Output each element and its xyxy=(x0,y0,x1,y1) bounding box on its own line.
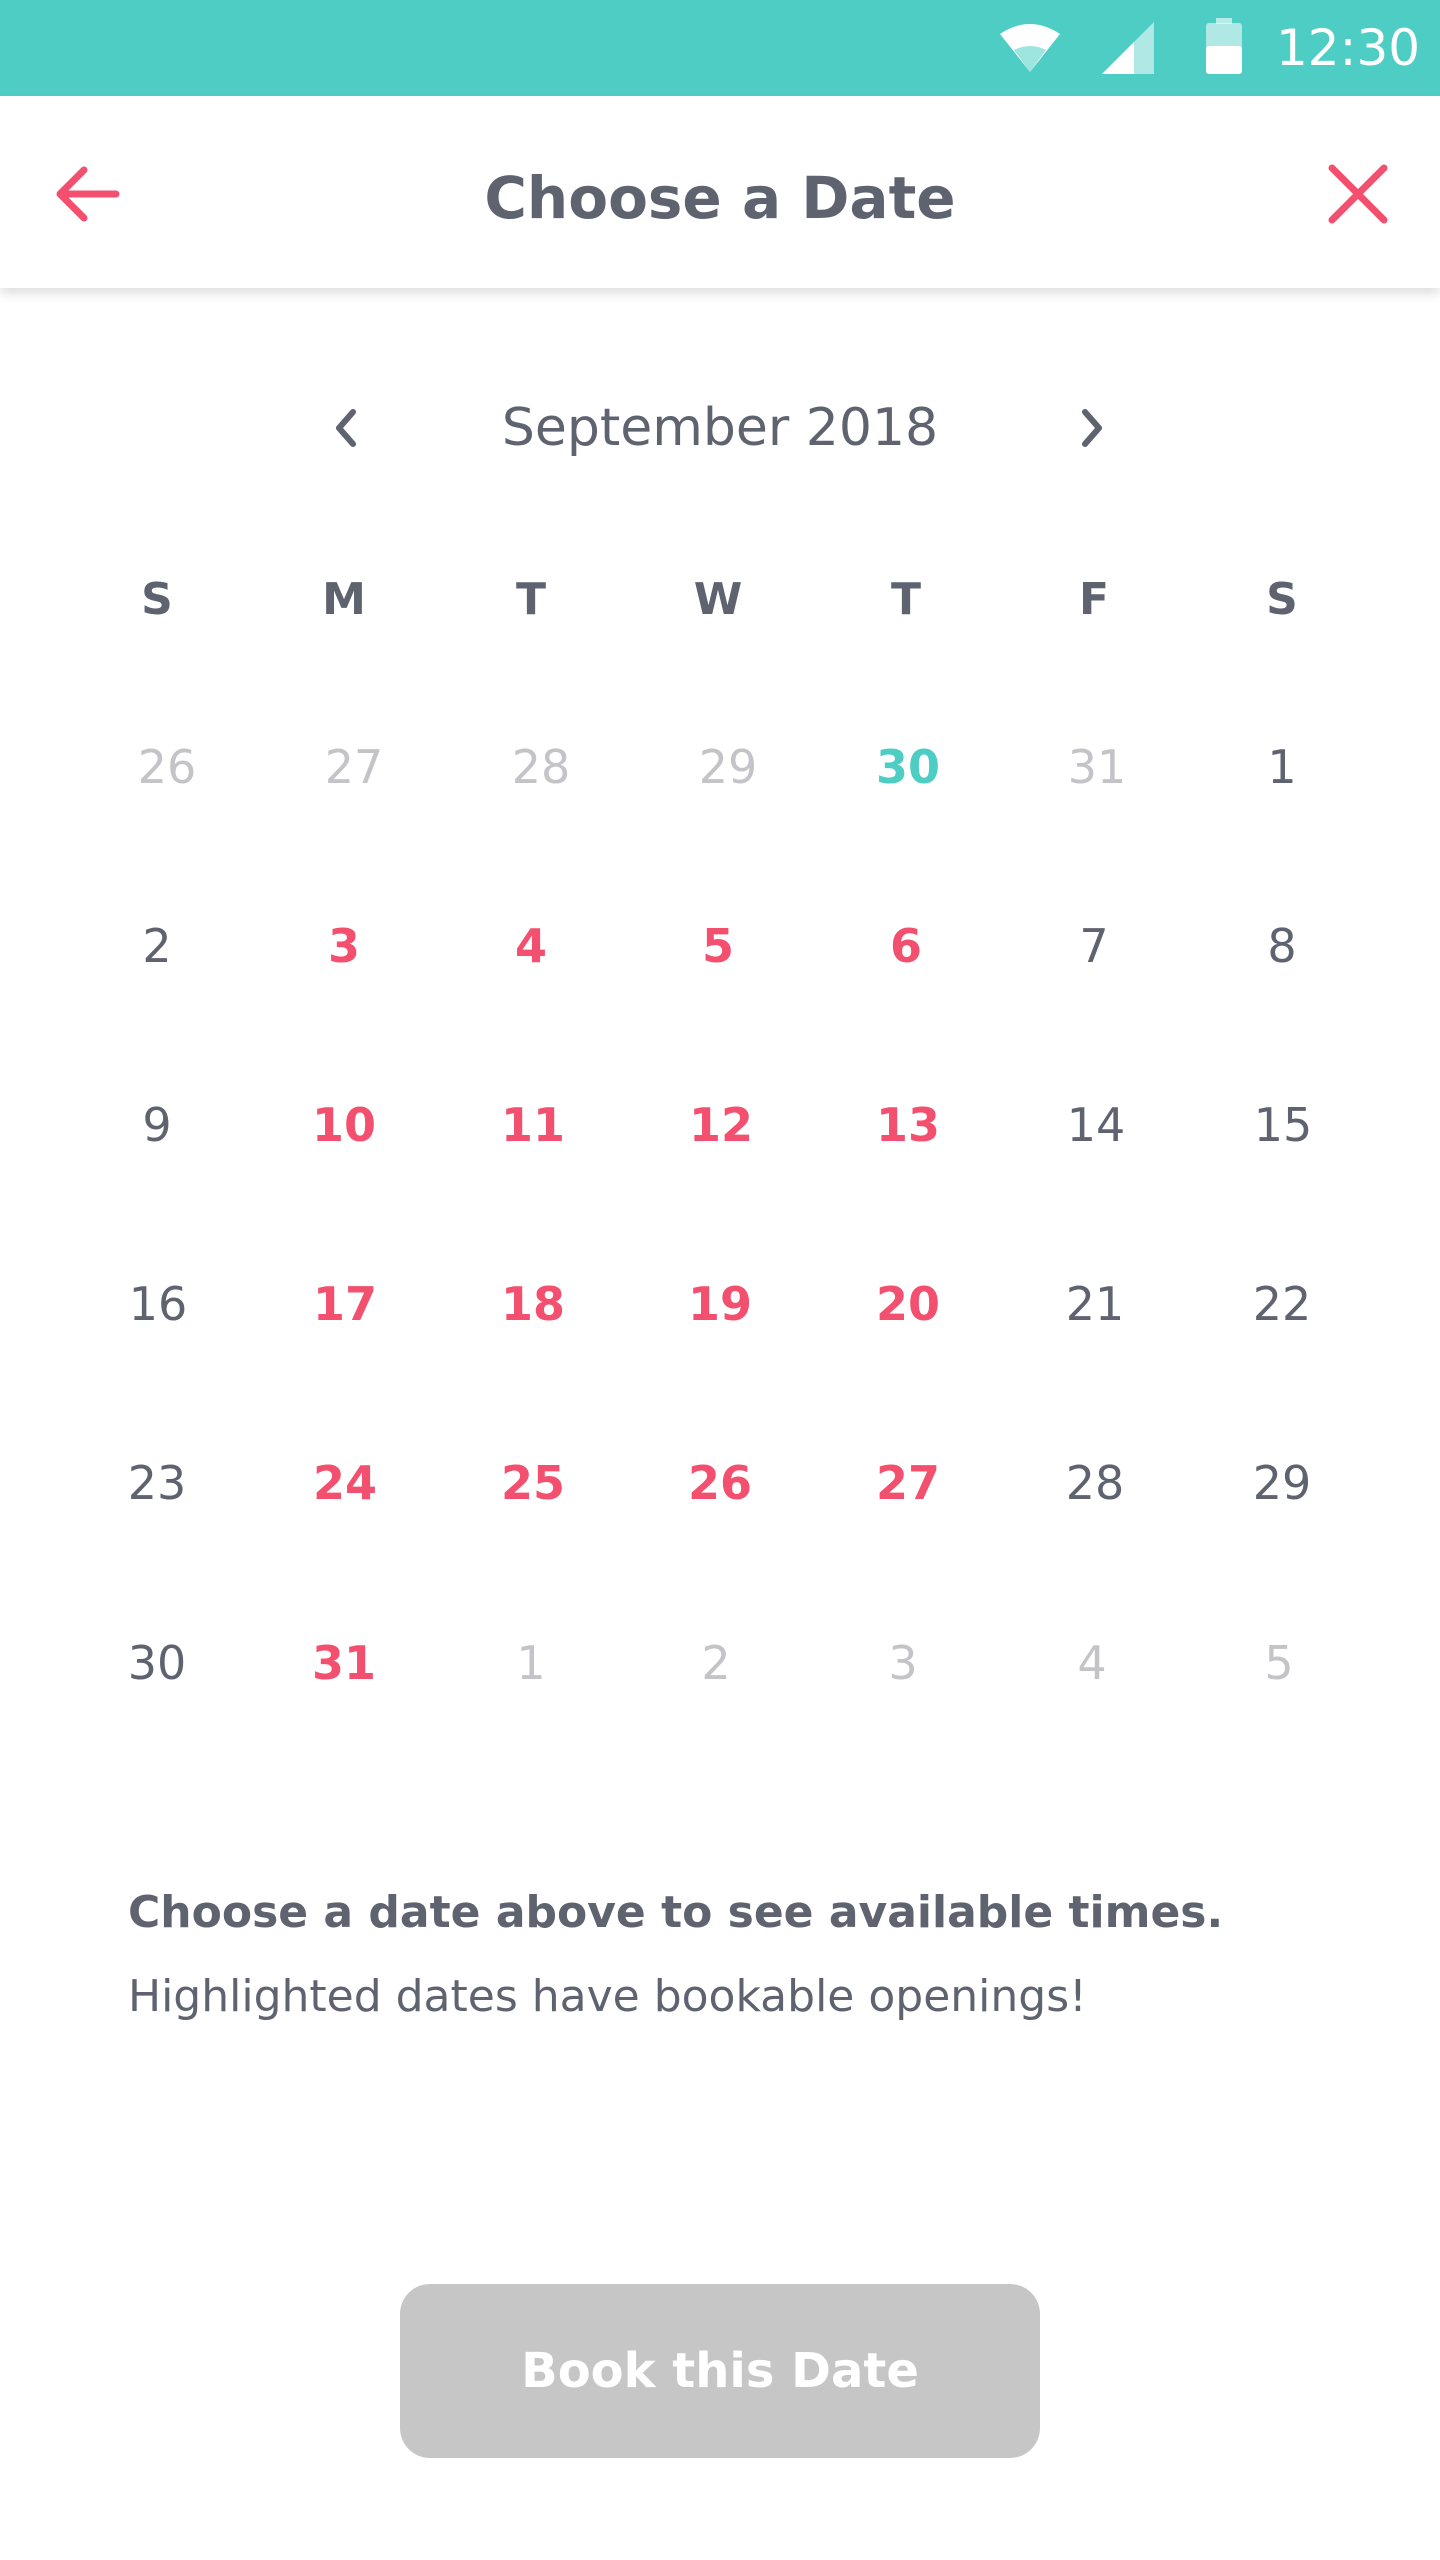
calendar-day[interactable]: 3 xyxy=(274,901,414,991)
close-button[interactable] xyxy=(1310,146,1406,242)
calendar-day[interactable]: 1 xyxy=(1212,722,1352,812)
calendar-day[interactable]: 6 xyxy=(836,901,976,991)
week-row: 23 24 25 26 27 28 29 xyxy=(0,1438,1440,1528)
calendar-day[interactable]: 2 xyxy=(87,901,227,991)
calendar-day[interactable]: 21 xyxy=(1025,1259,1165,1349)
weekday-label: F xyxy=(1078,574,1110,625)
info-subtext: Highlighted dates have bookable openings… xyxy=(128,1971,1087,2022)
app-bar: Choose a Date xyxy=(0,96,1440,288)
calendar-day[interactable]: 4 xyxy=(1022,1618,1162,1708)
chevron-left-icon xyxy=(336,409,356,447)
calendar-day[interactable]: 11 xyxy=(463,1080,603,1170)
calendar-day[interactable]: 5 xyxy=(648,901,788,991)
weekday-header-row: S M T W T F S xyxy=(0,555,1440,645)
prev-month-button[interactable] xyxy=(297,380,393,476)
calendar-day[interactable]: 26 xyxy=(97,722,237,812)
book-date-button[interactable]: Book this Date xyxy=(400,2284,1040,2458)
calendar-day[interactable]: 28 xyxy=(471,722,611,812)
month-label: September 2018 xyxy=(501,398,939,458)
weekday-label: S xyxy=(141,574,173,625)
calendar-day[interactable]: 29 xyxy=(658,722,798,812)
calendar-day[interactable]: 4 xyxy=(461,901,601,991)
calendar-day[interactable]: 5 xyxy=(1209,1618,1349,1708)
close-icon xyxy=(1328,164,1388,224)
calendar-day[interactable]: 25 xyxy=(463,1438,603,1528)
month-navigation: September 2018 xyxy=(0,380,1440,476)
week-row: 30 31 1 2 3 4 5 xyxy=(0,1618,1440,1708)
calendar-day[interactable]: 9 xyxy=(87,1080,227,1170)
calendar-day[interactable]: 13 xyxy=(838,1080,978,1170)
week-row: 2 3 4 5 6 7 8 xyxy=(0,901,1440,991)
week-row: 9 10 11 12 13 14 15 xyxy=(0,1080,1440,1170)
weekday-label: W xyxy=(693,574,743,625)
battery-icon xyxy=(1206,18,1242,74)
calendar-day[interactable]: 30 xyxy=(838,722,978,812)
wifi-icon xyxy=(1000,24,1060,72)
calendar-day[interactable]: 1 xyxy=(461,1618,601,1708)
calendar-day[interactable]: 27 xyxy=(284,722,424,812)
calendar-day[interactable]: 24 xyxy=(275,1438,415,1528)
calendar-day[interactable]: 31 xyxy=(274,1618,414,1708)
back-button[interactable] xyxy=(40,146,136,242)
week-row: 26 27 28 29 30 31 1 xyxy=(0,722,1440,812)
status-time: 12:30 xyxy=(1276,19,1421,77)
calendar-day[interactable]: 20 xyxy=(838,1259,978,1349)
calendar-day[interactable]: 27 xyxy=(838,1438,978,1528)
calendar-day[interactable]: 16 xyxy=(88,1259,228,1349)
calendar-day[interactable]: 8 xyxy=(1212,901,1352,991)
arrow-left-icon xyxy=(56,166,120,222)
calendar-day[interactable]: 29 xyxy=(1212,1438,1352,1528)
calendar-day[interactable]: 14 xyxy=(1026,1080,1166,1170)
calendar-day[interactable]: 12 xyxy=(651,1080,791,1170)
calendar-day[interactable]: 28 xyxy=(1025,1438,1165,1528)
calendar-day[interactable]: 18 xyxy=(463,1259,603,1349)
calendar-day[interactable]: 17 xyxy=(275,1259,415,1349)
chevron-right-icon xyxy=(1082,409,1102,447)
calendar-day[interactable]: 31 xyxy=(1027,722,1167,812)
next-month-button[interactable] xyxy=(1045,380,1141,476)
page-title: Choose a Date xyxy=(484,164,956,232)
weekday-label: T xyxy=(890,574,921,625)
calendar-day[interactable]: 19 xyxy=(650,1259,790,1349)
week-row: 16 17 18 19 20 21 22 xyxy=(0,1259,1440,1349)
calendar-day[interactable]: 3 xyxy=(833,1618,973,1708)
calendar-day[interactable]: 23 xyxy=(87,1438,227,1528)
weekday-label: S xyxy=(1266,574,1298,625)
calendar-day[interactable]: 10 xyxy=(274,1080,414,1170)
calendar-day[interactable]: 7 xyxy=(1024,901,1164,991)
info-heading: Choose a date above to see available tim… xyxy=(128,1887,1224,1938)
calendar-day[interactable]: 2 xyxy=(646,1618,786,1708)
calendar-day[interactable]: 15 xyxy=(1213,1080,1353,1170)
calendar-day[interactable]: 22 xyxy=(1212,1259,1352,1349)
status-bar: 12:30 xyxy=(0,0,1440,96)
calendar-day[interactable]: 30 xyxy=(87,1618,227,1708)
signal-icon xyxy=(1102,22,1154,74)
calendar-day[interactable]: 26 xyxy=(650,1438,790,1528)
weekday-label: M xyxy=(322,574,366,625)
weekday-label: T xyxy=(515,574,546,625)
